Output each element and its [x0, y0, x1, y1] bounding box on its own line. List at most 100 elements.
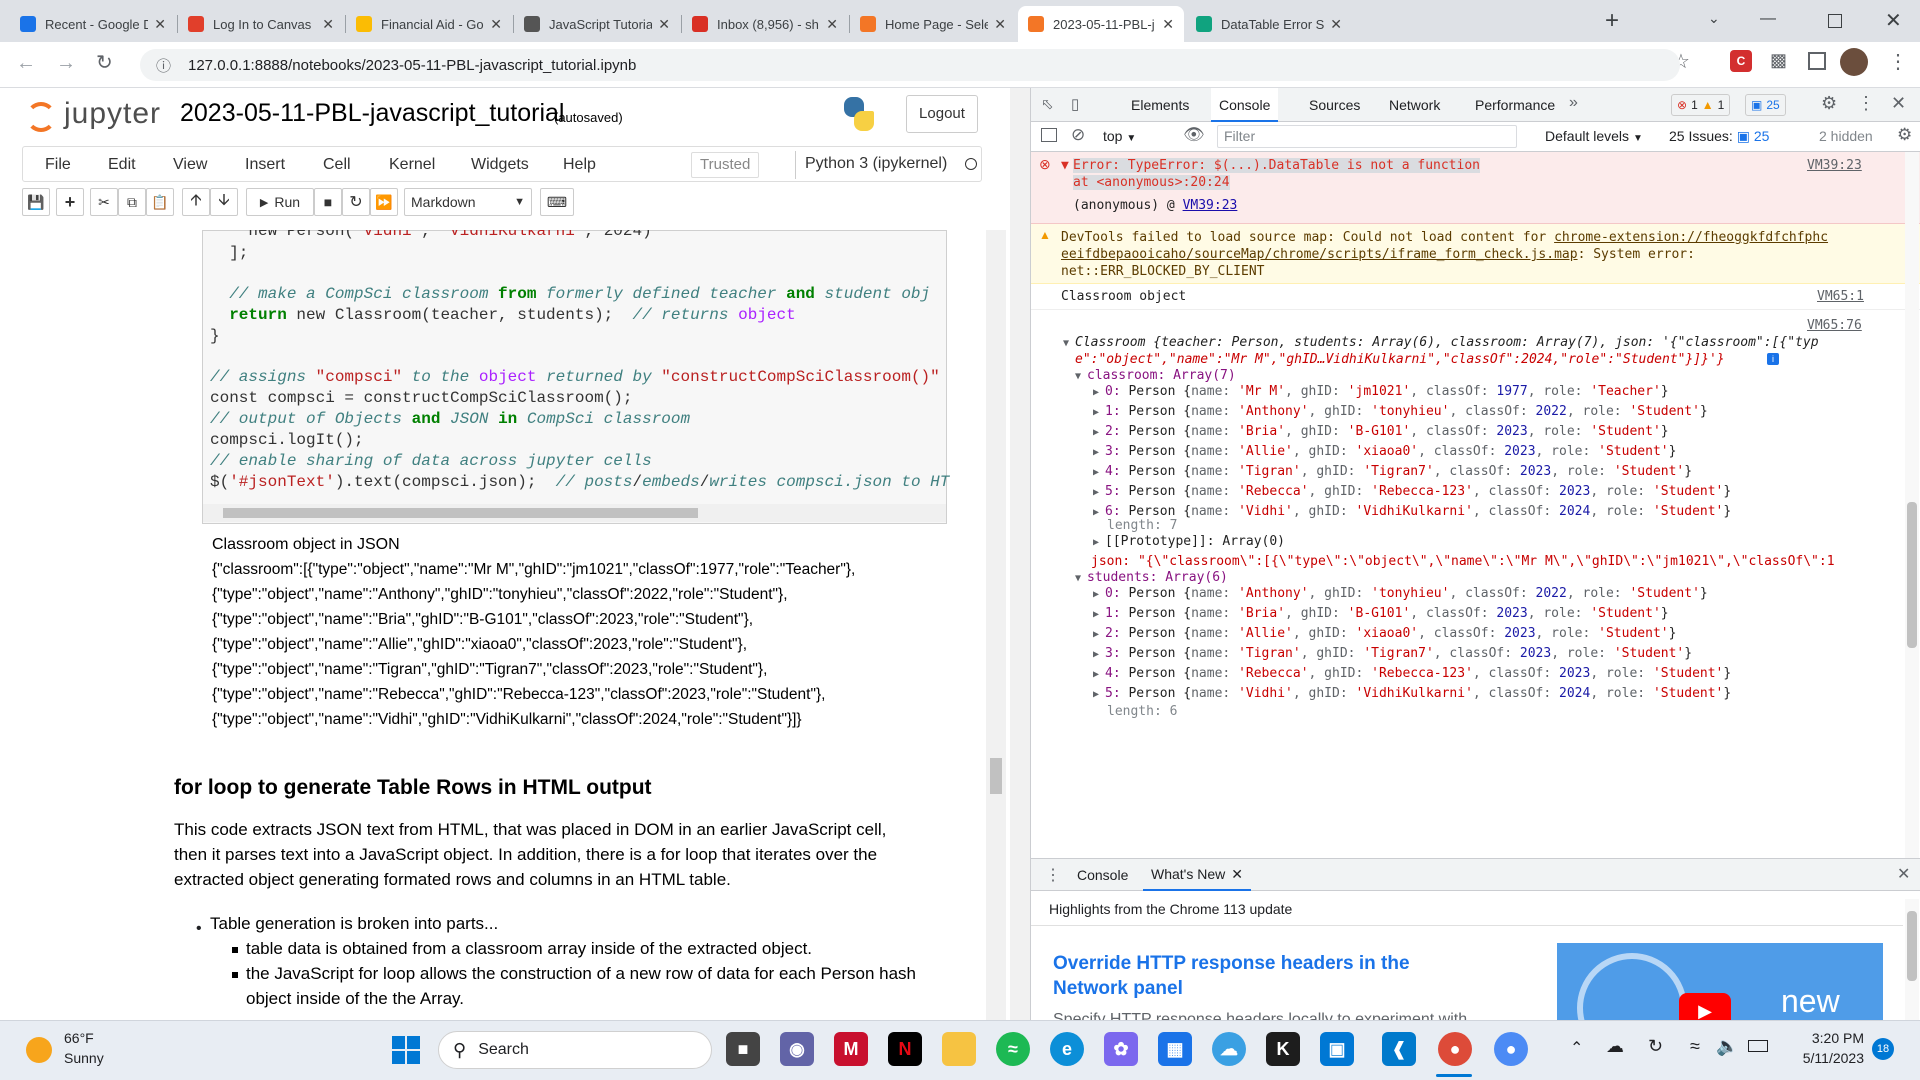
cut-icon[interactable]: ✂ [90, 188, 118, 216]
start-windows-icon[interactable] [392, 1036, 420, 1064]
interrupt-icon[interactable]: ■ [314, 188, 342, 216]
back-icon[interactable]: ← [16, 52, 36, 75]
whats-new-video-thumbnail[interactable]: ▶ new [1557, 943, 1883, 1021]
log-levels-select[interactable]: Default levels ▼ [1545, 128, 1643, 144]
tray-chevron-icon[interactable]: ⌃ [1570, 1038, 1583, 1058]
person-entry[interactable]: 5: Person {name: 'Vidhi', ghID: 'VidhiKu… [1105, 686, 1731, 701]
close-devtools-icon[interactable]: ✕ [1891, 93, 1906, 114]
tree-expand-icon[interactable]: ▶ [1093, 537, 1099, 548]
message-counter[interactable]: ▣ 25 [1745, 94, 1786, 116]
volume-icon[interactable]: 🔈 [1716, 1036, 1738, 1057]
code-horizontal-scrollbar[interactable] [203, 504, 946, 522]
log-source-link[interactable]: VM65:76 [1807, 318, 1862, 333]
photos-icon[interactable]: ✿ [1104, 1032, 1138, 1066]
move-down-icon[interactable]: 🡫 [210, 188, 238, 216]
log-source-link[interactable]: VM65:1 [1817, 289, 1864, 304]
move-up-icon[interactable]: 🡩 [182, 188, 210, 216]
whats-new-title[interactable]: Override HTTP response headers in the Ne… [1053, 951, 1453, 1001]
browser-tab[interactable]: Recent - Google D ✕ [10, 6, 176, 42]
close-tab-icon[interactable]: ✕ [490, 16, 502, 33]
prototype-entry[interactable]: [[Prototype]]: Array(0) [1105, 534, 1285, 549]
inspect-icon[interactable]: ⬁ [1041, 95, 1054, 113]
browser-tab[interactable]: Home Page - Sele ✕ [850, 6, 1016, 42]
reload-icon[interactable]: ↻ [96, 50, 113, 75]
browser-tab[interactable]: 2023-05-11-PBL-j ✕ [1018, 6, 1184, 42]
tree-expand-icon[interactable]: ▶ [1093, 689, 1099, 700]
person-entry[interactable]: 2: Person {name: 'Bria', ghID: 'B-G101',… [1105, 424, 1669, 439]
new-tab-button[interactable]: + [1598, 8, 1626, 36]
browser-tab[interactable]: Financial Aid - Go ✕ [346, 6, 512, 42]
close-tab-icon[interactable]: ✕ [994, 16, 1006, 33]
scrollbar-thumb[interactable] [1907, 911, 1917, 981]
restart-run-all-icon[interactable]: ⏩ [370, 188, 398, 216]
scrollbar-thumb[interactable] [1907, 502, 1917, 648]
run-button[interactable]: ▶ Run [246, 188, 314, 216]
device-toggle-icon[interactable]: ▯ [1071, 95, 1079, 113]
json-entry[interactable]: json: "{\"classroom\":[{\"type\":\"objec… [1091, 554, 1835, 569]
tree-expand-icon[interactable]: ▶ [1093, 609, 1099, 620]
tree-expand-icon[interactable]: ▶ [1093, 507, 1099, 518]
maximize-icon[interactable] [1828, 14, 1842, 28]
paste-icon[interactable]: 📋 [146, 188, 174, 216]
devtools-tab-network[interactable]: Network [1381, 88, 1448, 122]
battery-icon[interactable] [1748, 1040, 1768, 1052]
warning-link[interactable]: eeifdbepaooicaho/sourceMap/chrome/script… [1061, 247, 1578, 262]
browser-tab[interactable]: DataTable Error S ✕ [1186, 6, 1352, 42]
menu-insert[interactable]: Insert [245, 156, 285, 174]
cell-type-select[interactable]: Markdown ▼ [404, 188, 532, 216]
menu-edit[interactable]: Edit [108, 156, 136, 174]
tree-expand-icon[interactable]: ▶ [1093, 407, 1099, 418]
console-scrollbar[interactable] [1905, 152, 1919, 858]
clock-time[interactable]: 3:20 PM [1800, 1030, 1864, 1046]
browser-tab[interactable]: Inbox (8,956) - sh ✕ [682, 6, 848, 42]
sidebar-toggle-icon[interactable] [1041, 128, 1057, 142]
tree-expand-icon[interactable]: ▼ [1075, 371, 1081, 382]
devtools-tab-performance[interactable]: Performance [1467, 88, 1563, 122]
site-info-icon[interactable]: ⓘ [156, 55, 171, 76]
close-drawer-icon[interactable]: ✕ [1897, 864, 1910, 884]
students-key[interactable]: students: Array(6) [1087, 570, 1228, 585]
cloud-app-icon[interactable]: ☁ [1212, 1032, 1246, 1066]
browser-tab[interactable]: JavaScript Tutoria ✕ [514, 6, 680, 42]
sync-icon[interactable]: ↻ [1648, 1036, 1663, 1057]
close-tab-icon[interactable]: ✕ [322, 16, 334, 33]
tree-expand-icon[interactable]: ▶ [1093, 447, 1099, 458]
settings-gear-icon[interactable]: ⚙ [1821, 93, 1837, 114]
person-entry[interactable]: 4: Person {name: 'Tigran', ghID: 'Tigran… [1105, 464, 1692, 479]
chrome-menu-icon[interactable]: ⋮ [1888, 49, 1908, 74]
edge-icon[interactable]: e [1050, 1032, 1084, 1066]
error-expand-icon[interactable]: ▼ [1061, 158, 1069, 173]
extensions-puzzle-icon[interactable]: ▩ [1770, 50, 1787, 71]
extension-icon[interactable]: C [1730, 50, 1752, 72]
close-tab-icon[interactable]: ✕ [1162, 16, 1174, 33]
close-tab-icon[interactable]: ✕ [658, 16, 670, 33]
stack-frame-link[interactable]: VM39:23 [1183, 198, 1238, 213]
classroom-key[interactable]: classroom: Array(7) [1087, 368, 1236, 383]
issues-button[interactable]: 25 Issues: ▣ 25 [1669, 128, 1769, 145]
console-error-message[interactable]: ⊗ ▼ Error: TypeError: $(...).DataTable i… [1031, 152, 1920, 224]
forward-icon[interactable]: → [56, 52, 76, 75]
devtools-tab-console[interactable]: Console [1211, 88, 1279, 122]
netflix-icon[interactable]: N [888, 1032, 922, 1066]
notebook-scrollbar[interactable] [986, 230, 1006, 1020]
person-entry[interactable]: 0: Person {name: 'Anthony', ghID: 'tonyh… [1105, 586, 1708, 601]
drawer-menu-icon[interactable]: ⋮ [1045, 865, 1061, 885]
weather-temp[interactable]: 66°F [64, 1030, 94, 1046]
tab-search-icon[interactable]: ⌄ [1708, 10, 1720, 27]
error-source-link[interactable]: VM39:23 [1807, 158, 1862, 173]
save-icon[interactable]: 💾 [22, 188, 50, 216]
more-tabs-icon[interactable]: » [1569, 94, 1578, 112]
menu-file[interactable]: File [45, 156, 71, 174]
context-select[interactable]: top ▼ [1103, 128, 1136, 144]
menu-widgets[interactable]: Widgets [471, 156, 529, 174]
tree-expand-icon[interactable]: ▼ [1063, 338, 1069, 349]
classroom-summary[interactable]: Classroom {teacher: Person, students: Ar… [1075, 335, 1819, 350]
notebook-title[interactable]: 2023-05-11-PBL-javascript_tutorial [180, 99, 564, 128]
onedrive-icon[interactable]: ☁ [1606, 1036, 1624, 1057]
person-entry[interactable]: 2: Person {name: 'Allie', ghID: 'xiaoa0'… [1105, 626, 1676, 641]
person-entry[interactable]: 1: Person {name: 'Bria', ghID: 'B-G101',… [1105, 606, 1669, 621]
microsoft-store-icon[interactable]: ▣ [1320, 1032, 1354, 1066]
chrome-profile-icon[interactable]: ● [1494, 1032, 1528, 1066]
clear-console-icon[interactable]: ⊘ [1071, 125, 1085, 145]
close-tab-icon[interactable]: ✕ [826, 16, 838, 33]
